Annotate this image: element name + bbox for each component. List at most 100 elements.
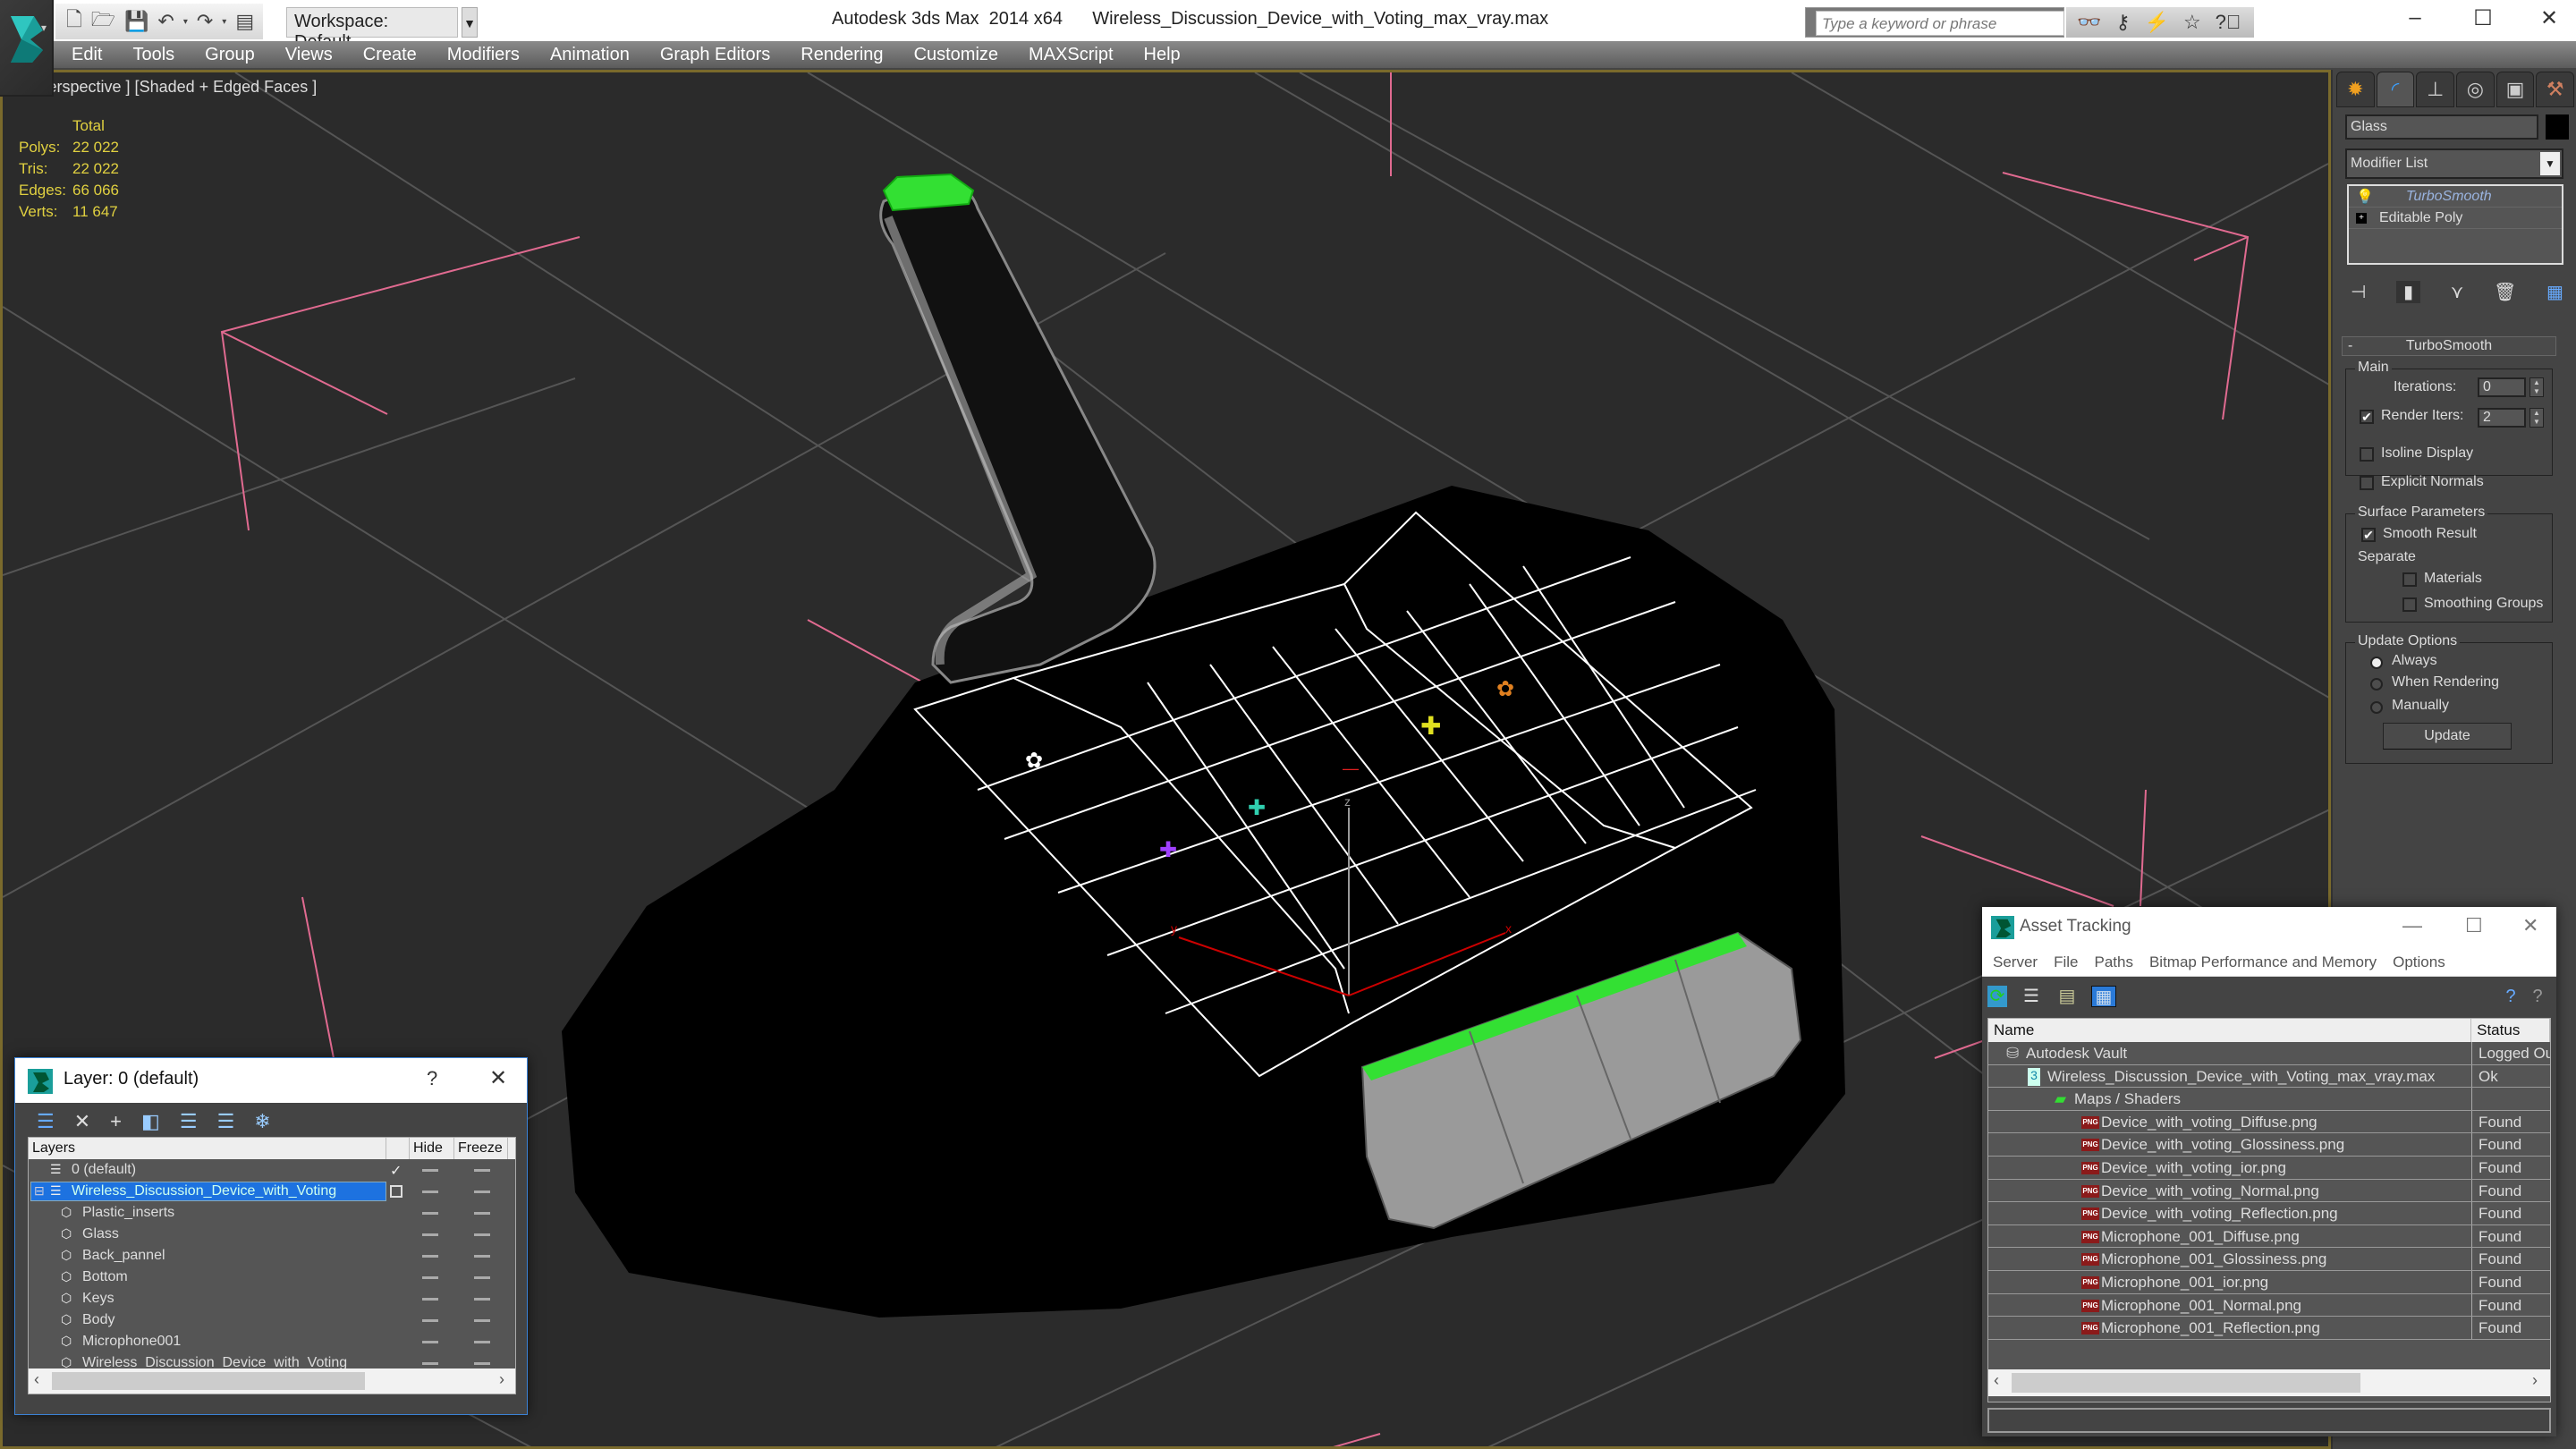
radio-always[interactable]: [2370, 657, 2383, 669]
asset-row[interactable]: PNG Device_with_voting_Normal.png Found: [1988, 1179, 2550, 1203]
viewport-label[interactable]: [+] [Perspective ] [Shaded + Edged Faces…: [10, 78, 317, 97]
asset-row[interactable]: ⛁ Autodesk Vault Logged Ou: [1988, 1042, 2550, 1065]
menu-file[interactable]: File: [2054, 953, 2078, 971]
current-layer-check-icon[interactable]: ✓: [390, 1162, 402, 1180]
favorites-star-icon[interactable]: ☆: [2183, 11, 2201, 34]
object-color-swatch[interactable]: [2546, 114, 2569, 140]
freeze-toggle[interactable]: [474, 1233, 490, 1236]
menu-graph-editors[interactable]: Graph Editors: [660, 45, 770, 65]
new-file-icon[interactable]: 🗋: [66, 4, 82, 38]
iterations-spinner[interactable]: 0: [2478, 377, 2526, 397]
context-help-icon[interactable]: ?: [2528, 986, 2547, 1007]
key-icon[interactable]: ⚷: [2115, 11, 2130, 34]
radio-when-rendering[interactable]: [2370, 678, 2383, 691]
materials-checkbox[interactable]: [2402, 572, 2417, 587]
minimize-button[interactable]: —: [2402, 914, 2422, 937]
scroll-right-icon[interactable]: ›: [2532, 1371, 2538, 1390]
menu-rendering[interactable]: Rendering: [801, 45, 883, 65]
menu-paths[interactable]: Paths: [2094, 953, 2132, 971]
freeze-toggle[interactable]: [474, 1255, 490, 1258]
asset-row[interactable]: 3 Wireless_Discussion_Device_with_Voting_…: [1988, 1064, 2550, 1089]
maximize-button[interactable]: ☐: [2465, 5, 2501, 31]
close-button[interactable]: ✕: [489, 1065, 507, 1091]
asset-row[interactable]: PNG Device_with_voting_ior.png Found: [1988, 1156, 2550, 1180]
layer-row[interactable]: ⊟ ☰ Wireless_Discussion_Device_with_Voting: [29, 1181, 515, 1202]
menu-maxscript[interactable]: MAXScript: [1029, 45, 1113, 65]
menu-modifiers[interactable]: Modifiers: [447, 45, 520, 65]
layer-row[interactable]: ☰ 0 (default) ✓: [29, 1159, 515, 1181]
radio-manually[interactable]: [2370, 701, 2383, 714]
maximize-button[interactable]: ☐: [2465, 914, 2483, 937]
update-button[interactable]: Update: [2383, 723, 2512, 750]
explicit-normals-checkbox[interactable]: [2360, 476, 2374, 490]
turbosmooth-rollout-header[interactable]: - TurboSmooth: [2342, 336, 2556, 356]
subscription-icon[interactable]: ⚡: [2145, 11, 2169, 34]
smooth-result-checkbox[interactable]: ✔: [2361, 528, 2376, 542]
asset-row[interactable]: PNG Microphone_001_Diffuse.png Found: [1988, 1224, 2550, 1249]
object-name-field[interactable]: Glass: [2345, 114, 2538, 140]
show-end-result-icon[interactable]: ▮: [2396, 280, 2421, 303]
menu-bitmap-performance[interactable]: Bitmap Performance and Memory: [2149, 953, 2377, 971]
layer-object-row[interactable]: ⬡ Body: [29, 1309, 515, 1331]
tree-view-icon[interactable]: ▤: [2057, 986, 2077, 1007]
freeze-toggle[interactable]: [474, 1276, 490, 1279]
search-input[interactable]: Type a keyword or phrase: [1816, 11, 2064, 36]
select-layer-icon[interactable]: ☰: [180, 1110, 198, 1133]
asset-row[interactable]: PNG Device_with_voting_Glossiness.png Foun…: [1988, 1133, 2550, 1157]
help-icon[interactable]: ?⃝: [2216, 11, 2241, 34]
render-iters-checkbox[interactable]: ✔: [2360, 410, 2374, 424]
hide-toggle[interactable]: [422, 1191, 438, 1193]
hide-toggle[interactable]: [422, 1276, 438, 1279]
hide-toggle[interactable]: [422, 1233, 438, 1236]
open-file-icon[interactable]: 🗁: [91, 4, 115, 38]
workspace-dropdown[interactable]: Workspace: Default ▾: [286, 7, 458, 52]
tab-display[interactable]: ▣: [2496, 72, 2535, 107]
freeze-layers-icon[interactable]: ❄: [254, 1110, 270, 1133]
stack-item-editable-poly[interactable]: + Editable Poly: [2349, 208, 2562, 229]
freeze-toggle[interactable]: [474, 1319, 490, 1322]
asset-row[interactable]: PNG Microphone_001_ior.png Found: [1988, 1270, 2550, 1294]
hide-toggle[interactable]: [422, 1319, 438, 1322]
asset-row[interactable]: ▰ Maps / Shaders: [1988, 1088, 2550, 1111]
menu-create[interactable]: Create: [363, 45, 417, 65]
column-hide[interactable]: Hide: [410, 1138, 454, 1159]
asset-row[interactable]: PNG Device_with_voting_Diffuse.png Found: [1988, 1110, 2550, 1134]
menu-group[interactable]: Group: [205, 45, 255, 65]
hide-toggle[interactable]: [422, 1212, 438, 1215]
modifier-list-dropdown[interactable]: Modifier List: [2345, 148, 2563, 179]
collapse-minus-icon[interactable]: ⊟: [34, 1183, 45, 1199]
layer-object-row[interactable]: ⬡ Plastic_inserts: [29, 1202, 515, 1224]
chevron-down-icon[interactable]: ▼: [2540, 152, 2560, 175]
freeze-toggle[interactable]: [474, 1362, 490, 1365]
lightbulb-icon[interactable]: 💡: [2356, 188, 2374, 206]
asset-row[interactable]: PNG Microphone_001_Normal.png Found: [1988, 1293, 2550, 1318]
menu-tools[interactable]: Tools: [132, 45, 174, 65]
scrollbar-thumb[interactable]: [52, 1372, 365, 1390]
make-unique-icon[interactable]: ⋎: [2451, 281, 2464, 303]
spinner-arrows-icon[interactable]: ▲ ▼: [2529, 408, 2544, 428]
hide-toggle[interactable]: [422, 1169, 438, 1172]
horizontal-scrollbar[interactable]: ‹ ›: [1988, 1369, 2550, 1396]
menu-animation[interactable]: Animation: [550, 45, 630, 65]
menu-options[interactable]: Options: [2393, 953, 2445, 971]
asset-row[interactable]: PNG Device_with_voting_Reflection.png Foun…: [1988, 1202, 2550, 1225]
tab-motion[interactable]: ◎: [2456, 72, 2495, 107]
spinner-arrows-icon[interactable]: ▲ ▼: [2529, 377, 2544, 397]
column-status[interactable]: Status: [2471, 1019, 2550, 1042]
scroll-left-icon[interactable]: ‹: [34, 1370, 39, 1389]
add-to-layer-icon[interactable]: +: [110, 1110, 122, 1133]
redo-icon[interactable]: ↷: [197, 10, 213, 33]
freeze-toggle[interactable]: [474, 1191, 490, 1193]
scroll-right-icon[interactable]: ›: [499, 1370, 504, 1389]
menu-edit[interactable]: Edit: [72, 45, 102, 65]
binoculars-icon[interactable]: 👓: [2077, 11, 2101, 34]
remove-modifier-icon[interactable]: 🗑: [2494, 281, 2516, 303]
tab-modify[interactable]: ◜: [2376, 72, 2415, 107]
undo-dropdown-icon[interactable]: ▾: [183, 17, 188, 27]
customize-toolbar-button[interactable]: ▼: [462, 7, 478, 38]
column-freeze[interactable]: Freeze: [454, 1138, 508, 1159]
freeze-toggle[interactable]: [474, 1169, 490, 1172]
layer-object-row[interactable]: ⬡ Bottom: [29, 1267, 515, 1288]
highlight-layer-icon[interactable]: ☰: [217, 1110, 235, 1133]
menu-help[interactable]: Help: [1144, 45, 1181, 65]
